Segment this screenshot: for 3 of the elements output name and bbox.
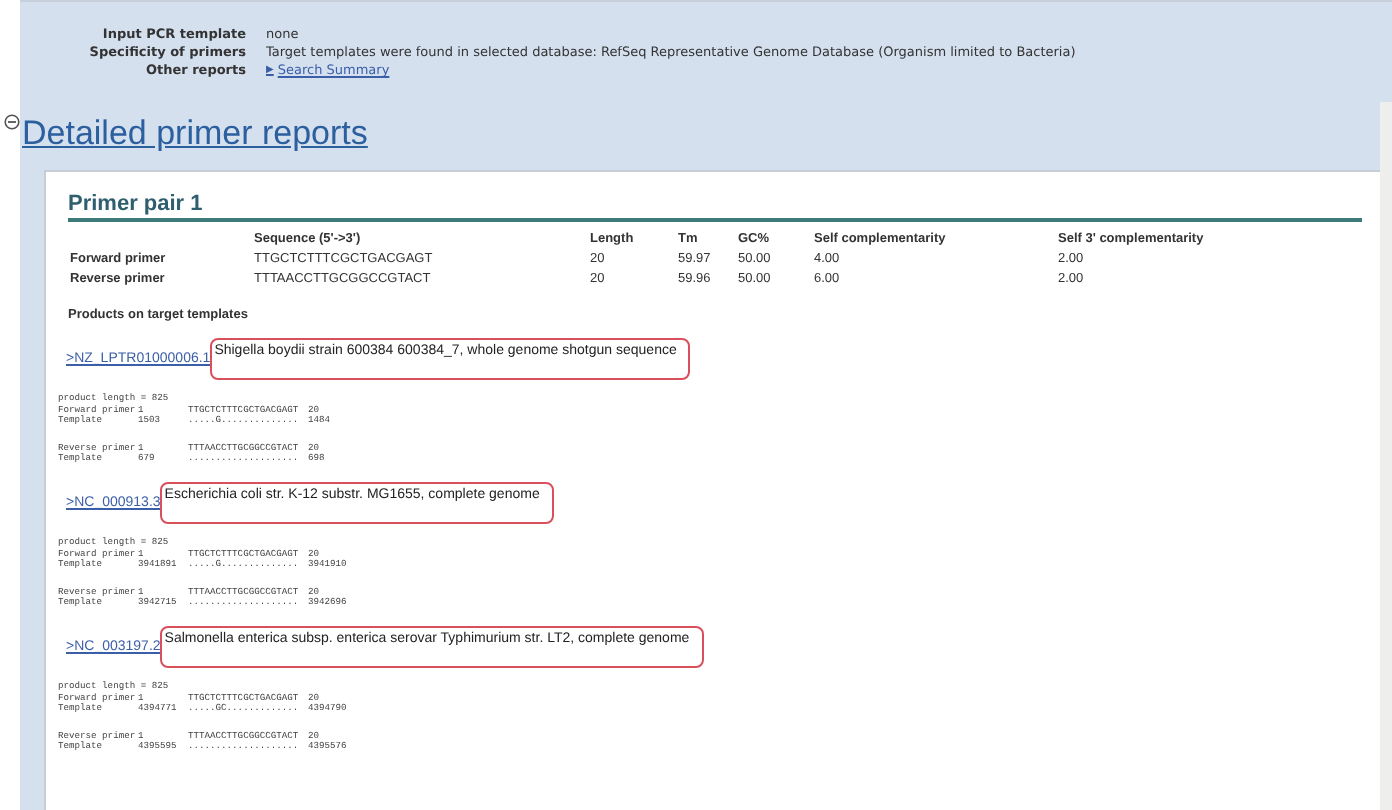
collapse-icon[interactable]	[4, 114, 20, 130]
section-title[interactable]: Detailed primer reports	[22, 114, 368, 154]
primer-pair-title: Primer pair 1	[68, 192, 1362, 222]
